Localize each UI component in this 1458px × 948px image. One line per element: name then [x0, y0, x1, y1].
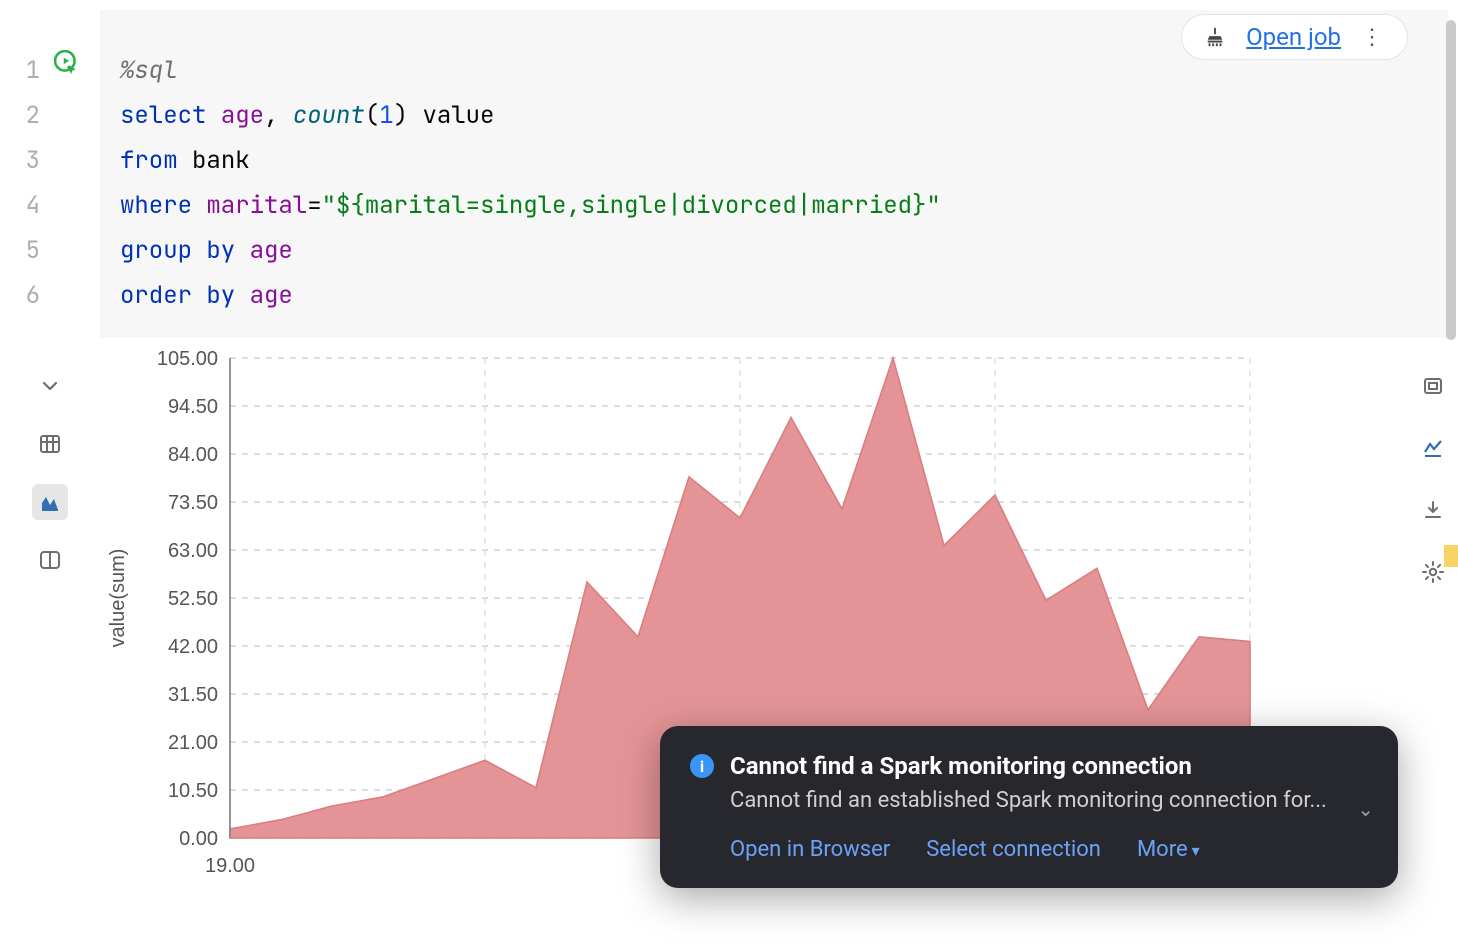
line-number: 4 — [0, 183, 40, 228]
code-token: value — [422, 100, 494, 131]
notification-toast: i Cannot find a Spark monitoring connect… — [660, 726, 1398, 888]
toast-more-link[interactable]: More▾ — [1137, 837, 1200, 862]
more-actions-icon[interactable] — [1361, 25, 1385, 50]
svg-text:52.50: 52.50 — [168, 588, 218, 610]
code-token: marital — [206, 190, 307, 221]
code-token: from — [120, 145, 178, 176]
svg-text:42.00: 42.00 — [168, 636, 218, 658]
line-number: 5 — [0, 228, 40, 273]
svg-text:94.50: 94.50 — [168, 396, 218, 418]
svg-text:31.50: 31.50 — [168, 684, 218, 706]
code-token: by — [206, 280, 235, 311]
code-token: = — [307, 190, 321, 221]
chart-view-icon[interactable] — [32, 484, 68, 520]
split-view-icon[interactable] — [32, 542, 68, 578]
settings-icon[interactable] — [1415, 554, 1451, 590]
chart-right-toolbar — [1408, 368, 1458, 590]
fullscreen-icon[interactable] — [1415, 368, 1451, 404]
cell-actions-bar: Open job — [1181, 14, 1408, 60]
toast-select-connection-link[interactable]: Select connection — [926, 837, 1101, 862]
code-token: ) — [394, 100, 408, 131]
svg-text:84.00: 84.00 — [168, 444, 218, 466]
code-token: select — [120, 100, 206, 131]
line-number: 1 — [0, 48, 40, 93]
line-number-gutter: 1 2 3 4 5 6 — [0, 10, 50, 338]
code-token: by — [206, 235, 235, 266]
clean-icon[interactable] — [1204, 26, 1226, 48]
code-token: where — [120, 190, 192, 221]
collapse-output-icon[interactable] — [32, 368, 68, 404]
scrollbar-thumb[interactable] — [1446, 20, 1456, 340]
code-token: group — [120, 235, 192, 266]
table-view-icon[interactable] — [32, 426, 68, 462]
svg-text:73.50: 73.50 — [168, 492, 218, 514]
code-token: 1 — [379, 100, 393, 131]
download-icon[interactable] — [1415, 492, 1451, 528]
svg-text:10.50: 10.50 — [168, 780, 218, 802]
toast-collapse-icon[interactable]: ⌄ — [1357, 797, 1374, 821]
run-cell-icon[interactable] — [54, 61, 80, 80]
code-token: order — [120, 280, 192, 311]
code-token: age — [250, 235, 293, 266]
code-token: "${marital=single,single|divorced|marrie… — [322, 190, 941, 221]
svg-text:21.00: 21.00 — [168, 732, 218, 754]
toast-title: Cannot find a Spark monitoring connectio… — [730, 752, 1192, 780]
open-job-link[interactable]: Open job — [1246, 23, 1341, 51]
code-token: ( — [365, 100, 379, 131]
svg-text:0.00: 0.00 — [179, 828, 218, 850]
code-token: %sql — [120, 55, 178, 86]
svg-text:105.00: 105.00 — [157, 348, 218, 370]
toast-body: Cannot find an established Spark monitor… — [730, 786, 1368, 817]
svg-text:63.00: 63.00 — [168, 540, 218, 562]
code-token: count — [293, 100, 365, 131]
info-icon: i — [690, 754, 714, 778]
gutter-icons — [50, 10, 100, 338]
line-chart-icon[interactable] — [1415, 430, 1451, 466]
line-number: 3 — [0, 138, 40, 183]
svg-text:value(sum): value(sum) — [107, 549, 129, 648]
line-number: 6 — [0, 273, 40, 318]
code-token: age — [221, 100, 264, 131]
code-token: , — [264, 100, 278, 131]
output-left-toolbar — [0, 348, 100, 908]
svg-text:19.00: 19.00 — [205, 855, 255, 877]
toast-open-browser-link[interactable]: Open in Browser — [730, 837, 890, 862]
code-token: age — [250, 280, 293, 311]
chevron-down-icon: ▾ — [1192, 841, 1200, 860]
code-token: bank — [192, 145, 250, 176]
line-number: 2 — [0, 93, 40, 138]
